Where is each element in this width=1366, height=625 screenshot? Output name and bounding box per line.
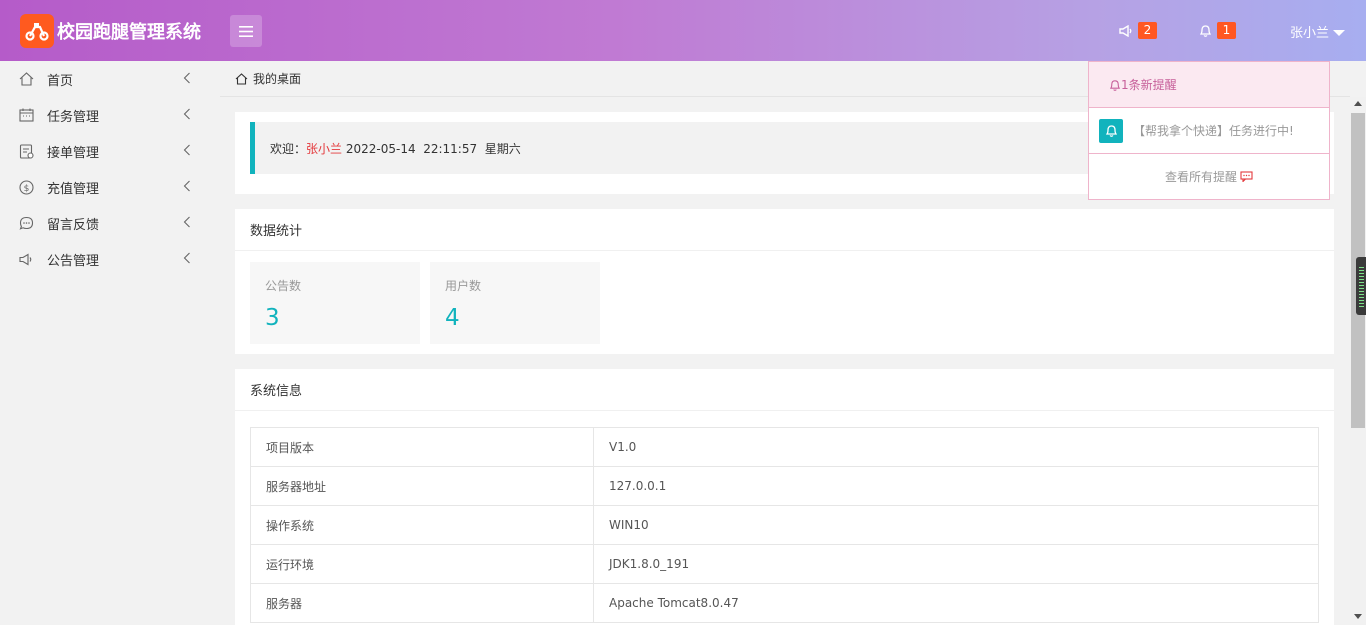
stat-label: 用户数 <box>445 279 482 293</box>
floating-side-widget[interactable] <box>1356 257 1366 315</box>
caret-down-icon <box>1333 29 1346 36</box>
sidebar-item-tasks[interactable]: 任务管理 <box>0 97 220 133</box>
message-dots-icon <box>1240 171 1253 182</box>
welcome-user-name: 张小兰 <box>306 141 343 156</box>
sidebar-item-label: 首页 <box>47 73 74 89</box>
notification-dropdown-header: 1条新提醒 <box>1089 62 1329 108</box>
stats-card: 数据统计 公告数 3 用户数 4 <box>235 209 1334 354</box>
chevron-left-icon <box>183 72 190 84</box>
notification-button[interactable]: 1 <box>1199 22 1236 39</box>
sidebar-item-orders[interactable]: 接单管理 <box>0 133 220 169</box>
chevron-left-icon <box>183 180 190 192</box>
sidebar-item-recharge[interactable]: $ 充值管理 <box>0 169 220 205</box>
table-row: 项目版本 V1.0 <box>250 427 1319 467</box>
info-value: WIN10 <box>593 505 1319 545</box>
scooter-icon <box>20 14 54 48</box>
chevron-left-icon <box>183 216 190 228</box>
stat-users[interactable]: 用户数 4 <box>430 262 600 344</box>
sidebar-item-label: 接单管理 <box>47 145 100 161</box>
info-value: JDK1.8.0_191 <box>593 544 1319 584</box>
sidebar-item-label: 公告管理 <box>47 253 100 269</box>
stat-announcements[interactable]: 公告数 3 <box>250 262 420 344</box>
view-all-label: 查看所有提醒 <box>1164 170 1237 184</box>
sidebar-item-label: 任务管理 <box>47 109 100 125</box>
chevron-left-icon <box>183 144 190 156</box>
chat-icon <box>18 215 34 231</box>
calendar-icon <box>18 107 34 123</box>
stats-title: 数据统计 <box>235 209 1334 251</box>
info-value: 127.0.0.1 <box>593 466 1319 506</box>
welcome-datetime: 2022-05-14 22:11:57 星期六 <box>342 141 521 156</box>
info-value: V1.0 <box>593 427 1319 467</box>
scroll-up-icon[interactable] <box>1354 101 1362 106</box>
megaphone-icon <box>18 251 34 267</box>
system-info-title: 系统信息 <box>235 369 1334 411</box>
home-icon <box>235 72 248 85</box>
chevron-left-icon <box>183 252 190 264</box>
stat-value: 3 <box>265 305 280 331</box>
info-key: 操作系统 <box>250 505 594 545</box>
notification-badge: 1 <box>1217 22 1236 39</box>
equalizer-icon <box>1359 267 1364 307</box>
welcome-prefix: 欢迎： <box>270 141 307 156</box>
stat-value: 4 <box>445 305 460 331</box>
menu-toggle-button[interactable] <box>230 15 262 47</box>
bell-icon <box>1109 79 1121 91</box>
info-key: 服务器 <box>250 583 594 623</box>
announcement-badge: 2 <box>1138 22 1157 39</box>
hamburger-icon <box>239 25 253 37</box>
sidebar: 首页 任务管理 接单管理 $ 充值管理 留言反馈 公告管理 <box>0 61 220 625</box>
chevron-left-icon <box>183 108 190 120</box>
info-key: 项目版本 <box>250 427 594 467</box>
announcement-button[interactable]: 2 <box>1119 22 1157 39</box>
notification-text: 【帮我拿个快递】任务进行中! <box>1133 124 1294 138</box>
scroll-down-icon[interactable] <box>1354 614 1362 619</box>
home-icon <box>18 71 34 87</box>
table-row: 运行环境 JDK1.8.0_191 <box>250 544 1319 584</box>
system-info-table: 项目版本 V1.0 服务器地址 127.0.0.1 操作系统 WIN10 运行环… <box>250 427 1319 623</box>
app-logo[interactable]: 校园跑腿管理系统 <box>20 14 201 48</box>
info-key: 服务器地址 <box>250 466 594 506</box>
system-info-card: 系统信息 项目版本 V1.0 服务器地址 127.0.0.1 操作系统 WIN1… <box>235 369 1334 625</box>
bell-icon <box>1099 118 1123 143</box>
notification-item[interactable]: 【帮我拿个快递】任务进行中! <box>1089 108 1329 154</box>
top-header: 校园跑腿管理系统 2 1 张小兰 <box>0 0 1366 61</box>
notification-count-label: 1条新提醒 <box>1121 78 1177 92</box>
order-icon <box>18 143 34 159</box>
user-name: 张小兰 <box>1290 26 1330 41</box>
sidebar-item-feedback[interactable]: 留言反馈 <box>0 205 220 241</box>
megaphone-icon <box>1119 24 1132 37</box>
user-menu[interactable]: 张小兰 <box>1290 22 1346 41</box>
table-row: 服务器地址 127.0.0.1 <box>250 466 1319 506</box>
table-row: 操作系统 WIN10 <box>250 505 1319 545</box>
info-key: 运行环境 <box>250 544 594 584</box>
sidebar-item-home[interactable]: 首页 <box>0 61 220 97</box>
svg-text:$: $ <box>23 184 29 194</box>
view-all-notifications-link[interactable]: 查看所有提醒 <box>1089 154 1329 199</box>
table-row: 服务器 Apache Tomcat8.0.47 <box>250 583 1319 623</box>
sidebar-item-label: 充值管理 <box>47 181 100 197</box>
sidebar-item-label: 留言反馈 <box>47 217 100 233</box>
bell-icon <box>1199 25 1212 37</box>
stat-label: 公告数 <box>265 279 302 293</box>
sidebar-item-announcements[interactable]: 公告管理 <box>0 241 220 277</box>
breadcrumb-label: 我的桌面 <box>253 72 302 86</box>
dollar-icon: $ <box>18 179 34 195</box>
info-value: Apache Tomcat8.0.47 <box>593 583 1319 623</box>
notification-dropdown: 1条新提醒 【帮我拿个快递】任务进行中! 查看所有提醒 <box>1088 61 1330 200</box>
app-title: 校园跑腿管理系统 <box>57 22 201 43</box>
